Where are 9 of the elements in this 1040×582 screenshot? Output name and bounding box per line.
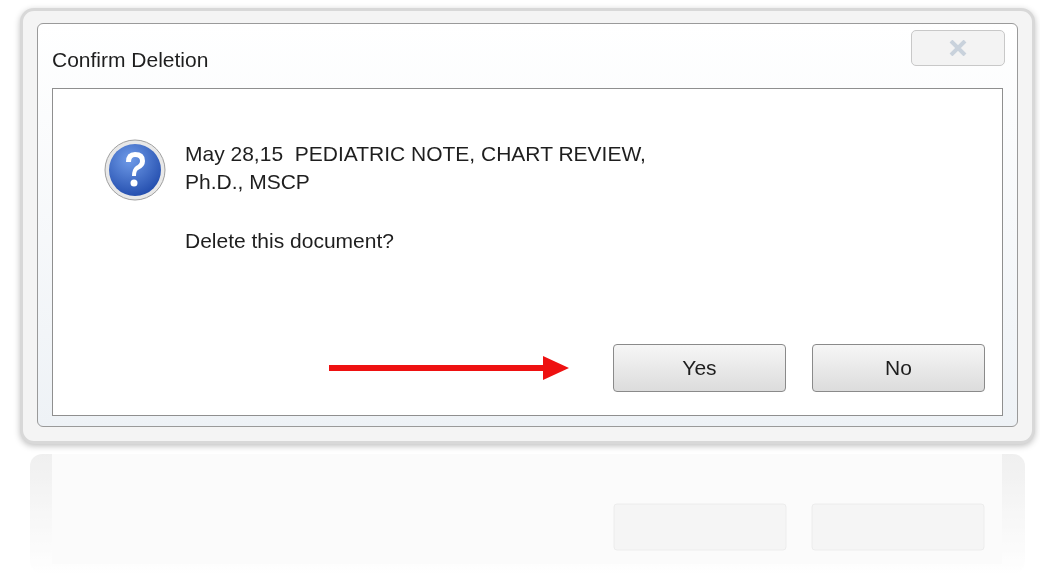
close-icon bbox=[949, 40, 967, 56]
message-text: Ph.D., MSCP bbox=[185, 169, 311, 195]
question-icon bbox=[103, 138, 167, 202]
question-text: Delete this document? bbox=[185, 228, 395, 254]
dialog-button[interactable]: Yes bbox=[613, 344, 786, 392]
close-button[interactable] bbox=[911, 30, 1005, 66]
dialog-button[interactable]: No bbox=[812, 344, 985, 392]
window-title: Confirm Deletion bbox=[52, 47, 209, 73]
message-text: May 28,15 PEDIATRIC NOTE, CHART REVIEW, bbox=[185, 141, 646, 167]
